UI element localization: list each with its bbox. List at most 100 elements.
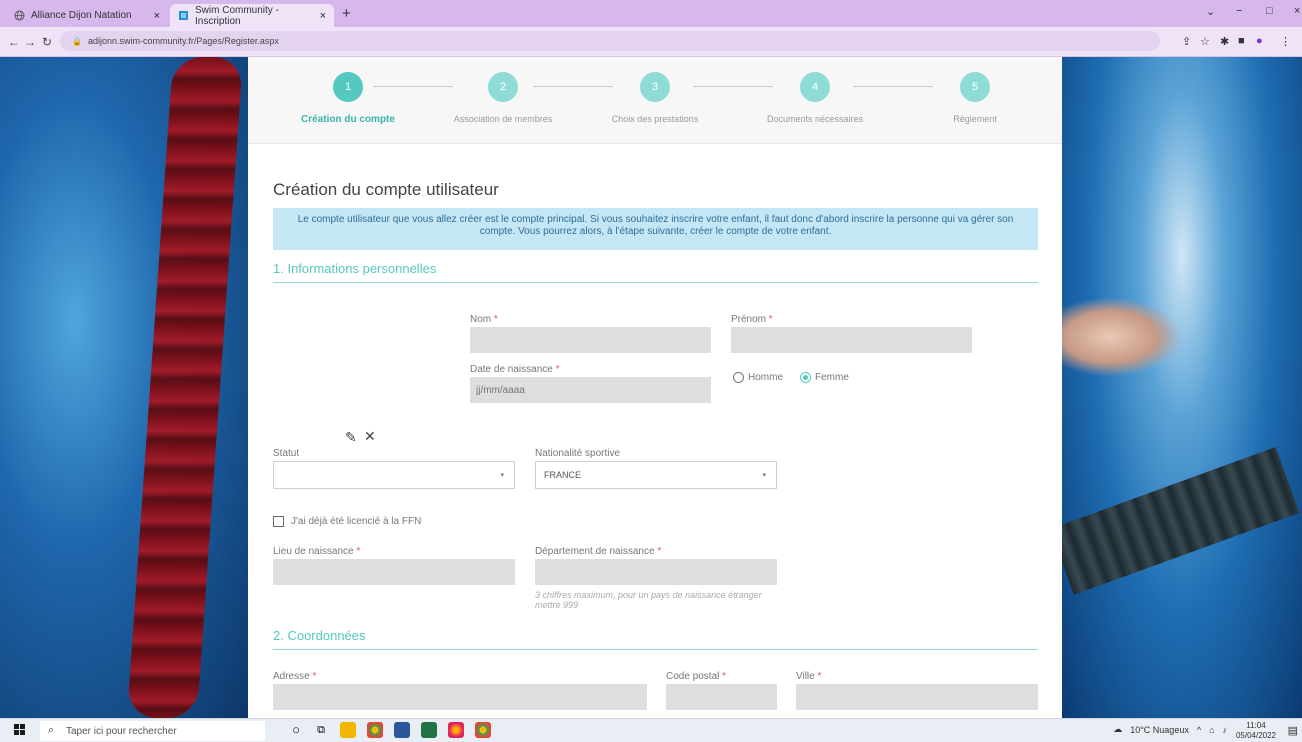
address-bar-row: ← → ↻ 🔒 adijonn.swim-community.fr/Pages/… xyxy=(0,27,1302,57)
menu-icon[interactable]: ⋮ xyxy=(1280,35,1291,48)
section-title-informations: 1. Informations personnelles xyxy=(273,261,1038,283)
notifications-icon[interactable]: ▤ xyxy=(1288,724,1298,737)
step-choix-prestations[interactable]: 3 Choix des prestations xyxy=(580,72,730,124)
weather-icon[interactable]: ☁ xyxy=(1113,724,1122,735)
registration-stepper: 1 Création du compte 2 Association de me… xyxy=(248,57,1062,144)
chrome-icon[interactable] xyxy=(367,722,383,738)
browser-tab-bar: Alliance Dijon Natation × Swim Community… xyxy=(0,0,1302,27)
excel-icon[interactable] xyxy=(421,722,437,738)
clock-time: 11:04 xyxy=(1246,721,1266,730)
chevron-down-icon: ▾ xyxy=(762,472,766,479)
tab-label: Alliance Dijon Natation xyxy=(31,10,132,21)
taskbar-search-box[interactable]: ⌕ Taper ici pour rechercher xyxy=(40,721,265,741)
swimmer-hand xyxy=(1062,297,1182,377)
close-tab-icon[interactable]: × xyxy=(320,10,326,22)
url-text: adijonn.swim-community.fr/Pages/Register… xyxy=(87,36,279,46)
firefox-icon[interactable] xyxy=(448,722,464,738)
chevron-down-icon: ▾ xyxy=(500,472,504,479)
departement-hint: 3 chiffres maximum, pour un pays de nais… xyxy=(535,590,762,610)
nom-label: Nom * xyxy=(470,314,498,325)
pool-right-area xyxy=(1062,57,1302,718)
statut-select[interactable]: ▾ xyxy=(273,461,515,489)
taskbar-clock[interactable]: 11:04 05/04/2022 xyxy=(1236,721,1276,741)
back-icon[interactable]: ← xyxy=(8,35,20,49)
sidepanel-icon[interactable]: ■ xyxy=(1238,35,1245,47)
close-window-button[interactable]: × xyxy=(1294,5,1300,17)
ffn-checkbox[interactable]: J'ai déjà été licencié à la FFN xyxy=(273,516,421,527)
step-reglement[interactable]: 5 Règlement xyxy=(900,72,1050,124)
new-tab-button[interactable]: + xyxy=(342,5,351,22)
prenom-input[interactable] xyxy=(731,327,972,353)
tab-search-icon[interactable]: ⌄ xyxy=(1206,5,1215,18)
gender-female-radio[interactable]: Femme xyxy=(800,372,849,383)
word-icon[interactable] xyxy=(394,722,410,738)
file-explorer-icon[interactable] xyxy=(340,722,356,738)
close-tab-icon[interactable]: × xyxy=(154,10,160,22)
share-icon[interactable]: ⇪ xyxy=(1182,35,1191,48)
prenom-label: Prénom * xyxy=(731,314,773,325)
step-label: Association de membres xyxy=(453,114,553,124)
gender-female-label: Femme xyxy=(815,372,849,383)
section-title-coordonnees: 2. Coordonnées xyxy=(273,628,1038,650)
step-label: Règlement xyxy=(953,114,997,124)
gender-male-radio[interactable]: Homme xyxy=(733,372,783,383)
step-number: 2 xyxy=(488,72,518,102)
bookmark-star-icon[interactable]: ☆ xyxy=(1200,35,1210,48)
extensions-icon[interactable]: ✱ xyxy=(1220,35,1229,48)
step-creation-compte[interactable]: 1 Création du compte xyxy=(273,72,423,125)
statut-label: Statut xyxy=(273,448,300,459)
tray-chevron-icon[interactable]: ^ xyxy=(1197,725,1201,735)
step-label: Choix des prestations xyxy=(611,114,699,124)
system-tray: ☁ 10°C Nuageux ^ ⌂ ♪ xyxy=(1113,724,1227,735)
windows-start-icon[interactable] xyxy=(14,724,26,736)
step-number: 4 xyxy=(800,72,830,102)
profile-icon[interactable]: ● xyxy=(1256,35,1263,47)
step-label: Création du compte xyxy=(301,114,395,125)
network-icon[interactable]: ⌂ xyxy=(1209,725,1214,735)
cortana-icon[interactable]: ○ xyxy=(288,722,304,738)
step-number: 5 xyxy=(960,72,990,102)
search-icon: ⌕ xyxy=(48,724,55,736)
lieu-naissance-input[interactable] xyxy=(273,559,515,585)
close-icon[interactable]: ✕ xyxy=(364,428,376,445)
site-icon xyxy=(178,10,189,21)
reload-icon[interactable]: ↻ xyxy=(42,35,52,49)
dob-input[interactable] xyxy=(470,377,711,403)
step-label: Documents nécessaires xyxy=(766,114,864,124)
step-number: 3 xyxy=(640,72,670,102)
ville-input[interactable] xyxy=(796,684,1038,710)
volume-icon[interactable]: ♪ xyxy=(1223,725,1228,735)
checkbox-box xyxy=(273,516,284,527)
lock-icon[interactable]: 🔒 xyxy=(72,37,82,46)
lieu-naissance-label: Lieu de naissance * xyxy=(273,546,361,557)
task-view-icon[interactable]: ⧉ xyxy=(313,722,329,738)
chrome-profile-icon[interactable] xyxy=(475,722,491,738)
minimize-button[interactable]: − xyxy=(1236,5,1242,17)
departement-input[interactable] xyxy=(535,559,777,585)
page-title: Création du compte utilisateur xyxy=(273,180,499,199)
url-field[interactable]: 🔒 adijonn.swim-community.fr/Pages/Regist… xyxy=(60,31,1160,51)
nom-input[interactable] xyxy=(470,327,711,353)
adresse-input[interactable] xyxy=(273,684,647,710)
nationalite-select[interactable]: FRANCE ▾ xyxy=(535,461,777,489)
step-documents[interactable]: 4 Documents nécessaires xyxy=(740,72,890,124)
pencil-icon[interactable]: ✎ xyxy=(345,429,357,446)
tab-swim-community[interactable]: Swim Community - Inscription × xyxy=(170,4,334,27)
dob-label: Date de naissance * xyxy=(470,364,560,375)
forward-icon[interactable]: → xyxy=(24,35,36,49)
tab-alliance-dijon[interactable]: Alliance Dijon Natation × xyxy=(6,4,168,27)
taskbar-search-placeholder: Taper ici pour rechercher xyxy=(66,725,177,737)
clock-date: 05/04/2022 xyxy=(1235,731,1276,740)
departement-label: Département de naissance * xyxy=(535,546,662,557)
globe-icon xyxy=(14,10,25,21)
maximize-button[interactable]: □ xyxy=(1266,5,1273,17)
code-postal-input[interactable] xyxy=(666,684,777,710)
nationalite-label: Nationalité sportive xyxy=(535,448,621,459)
registration-panel: 1 Création du compte 2 Association de me… xyxy=(248,57,1062,718)
nationalite-value: FRANCE xyxy=(544,470,582,480)
step-association-membres[interactable]: 2 Association de membres xyxy=(428,72,578,124)
weather-text[interactable]: 10°C Nuageux xyxy=(1130,725,1189,735)
radio-circle-selected xyxy=(800,372,811,383)
info-message: Le compte utilisateur que vous allez cré… xyxy=(273,208,1038,250)
gender-male-label: Homme xyxy=(748,372,784,383)
